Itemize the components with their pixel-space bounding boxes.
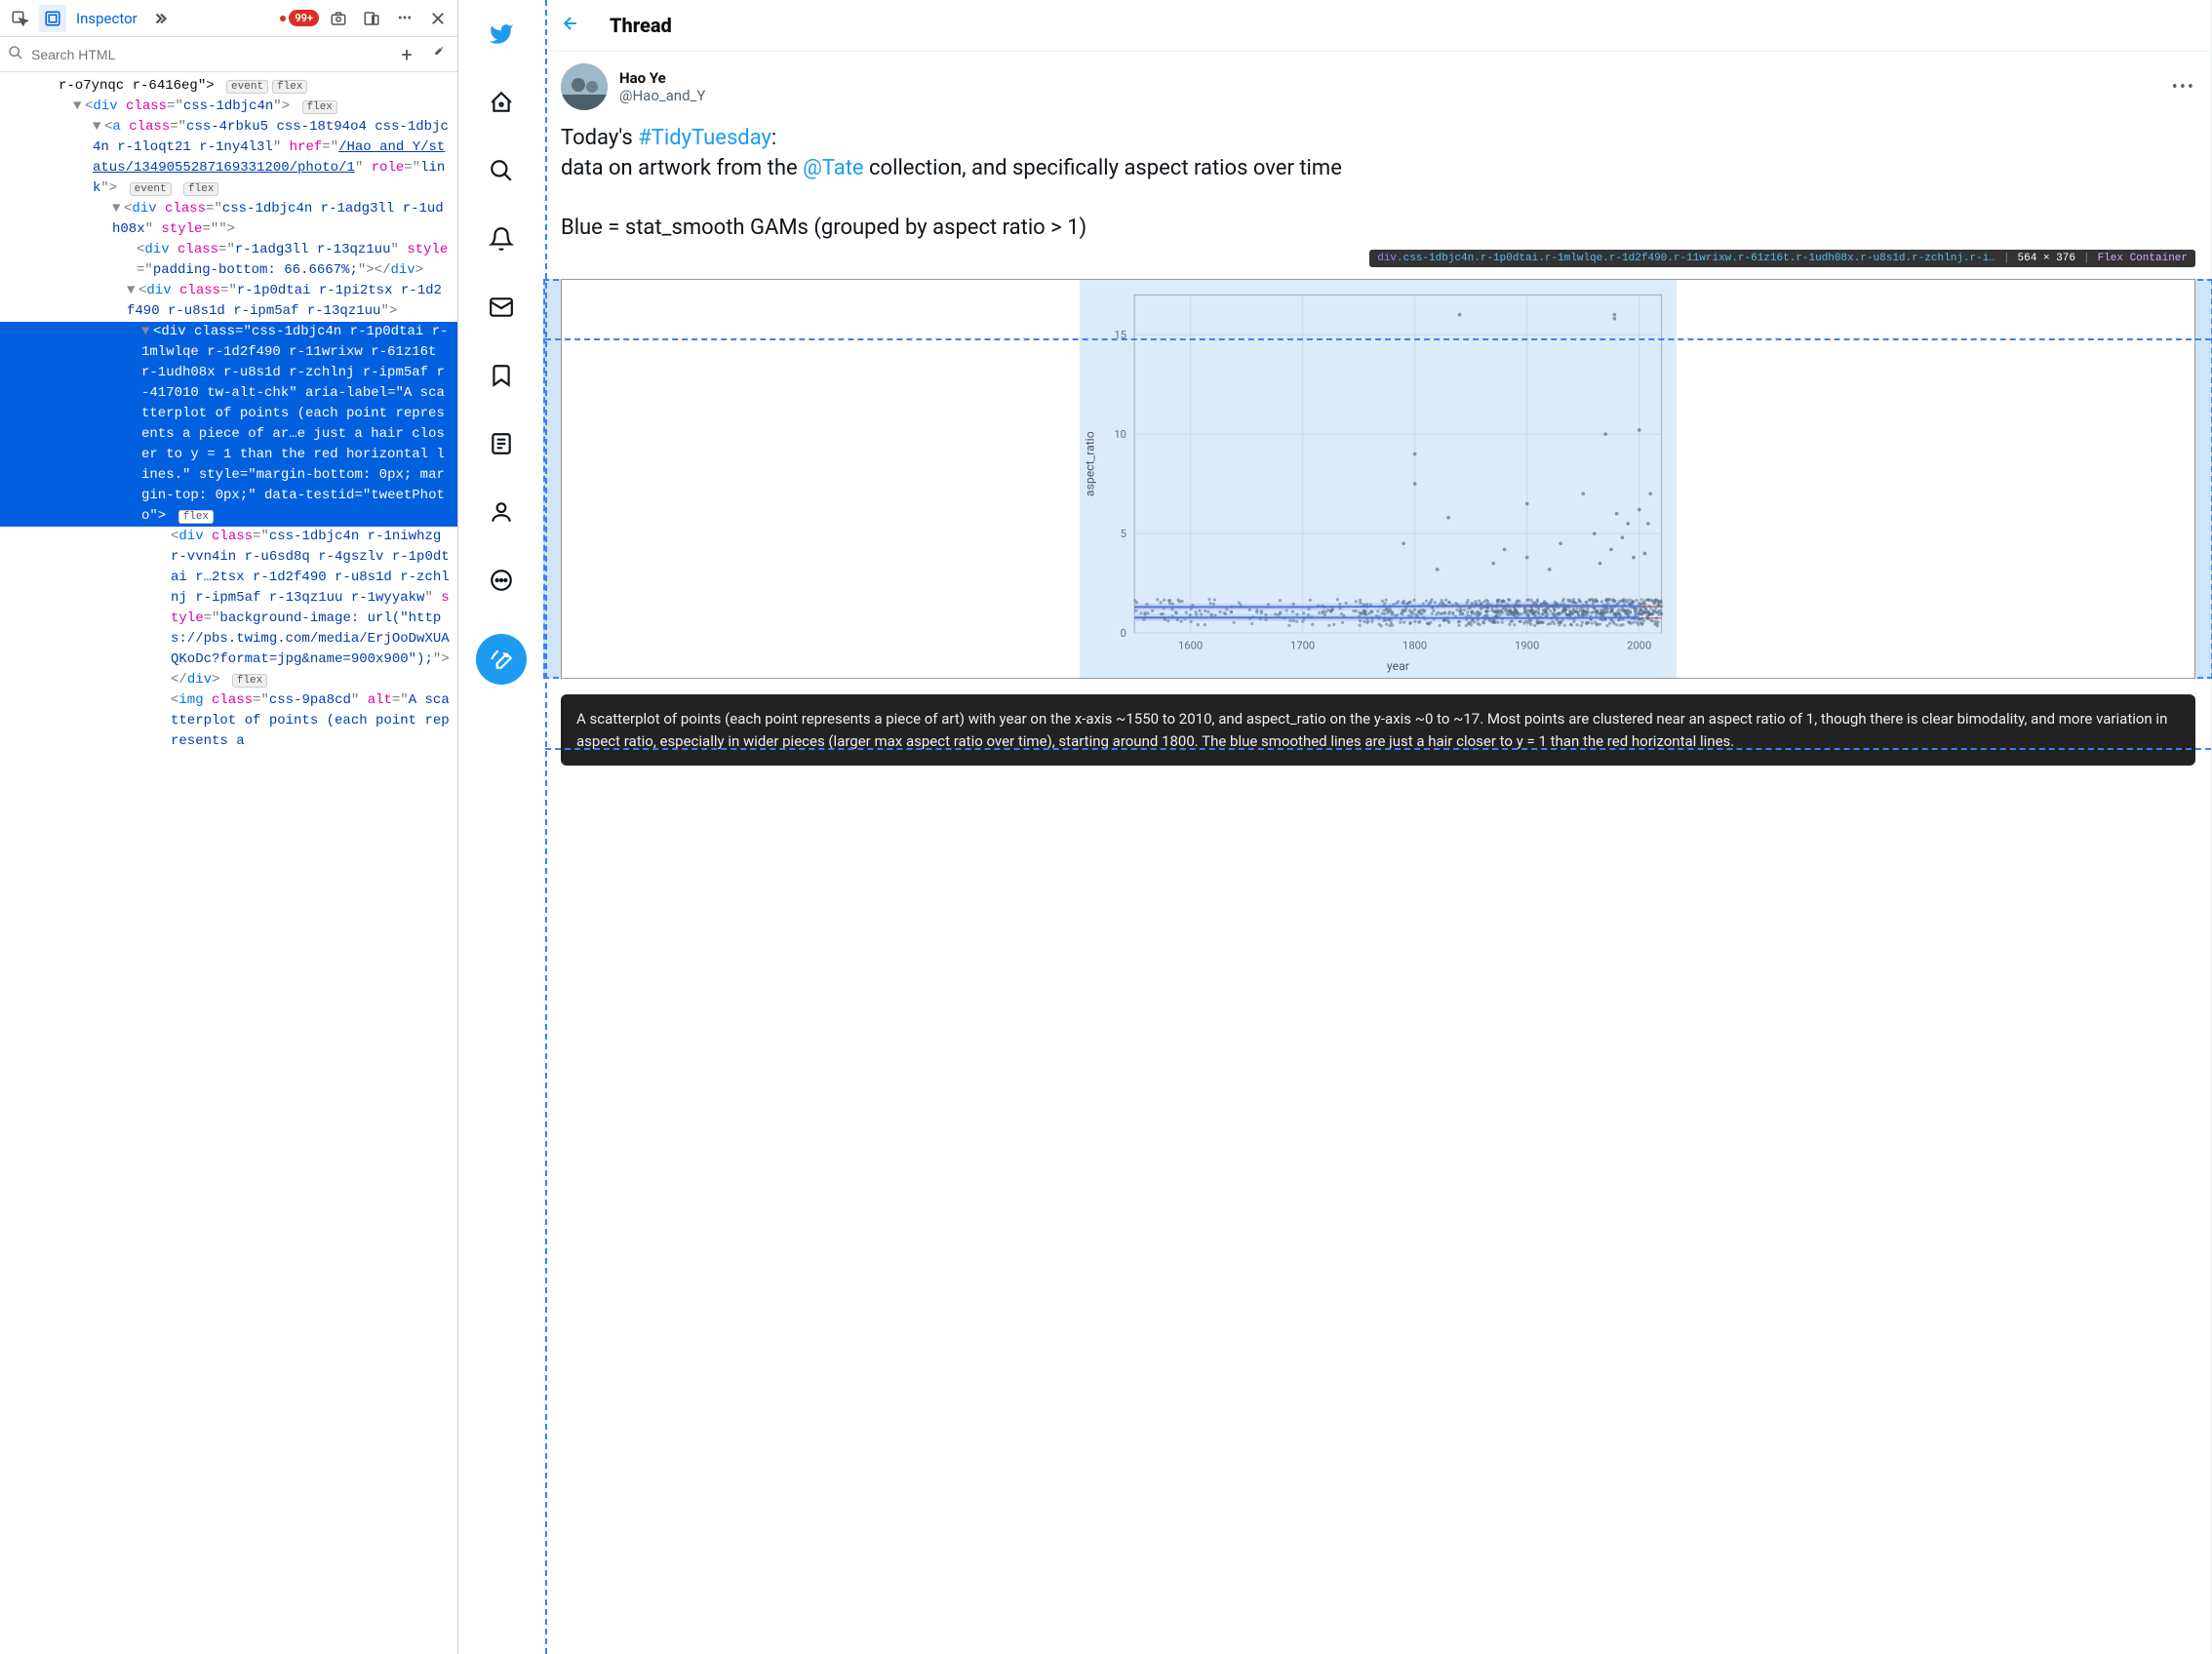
- tweet-text: Today's #TidyTuesday: data on artwork fr…: [561, 124, 2195, 244]
- highlight-guide: [545, 748, 2211, 750]
- close-devtools-icon[interactable]: [424, 5, 452, 32]
- tree-line[interactable]: <div class="css-1dbjc4n r-1niwhzg r-vvn4…: [0, 527, 457, 690]
- tree-line-selected[interactable]: ▼<div class="css-1dbjc4n r-1p0dtai r-1ml…: [0, 322, 457, 527]
- inspector-tab-icon[interactable]: [39, 5, 66, 32]
- tree-line[interactable]: <div class="r-1adg3ll r-13qz1uu" style="…: [0, 240, 457, 281]
- avatar[interactable]: [561, 63, 608, 110]
- user-display-name[interactable]: Hao Ye: [619, 69, 705, 87]
- highlight-guide: [545, 338, 2211, 340]
- tree-line[interactable]: <img class="css-9pa8cd" alt="A scatterpl…: [0, 690, 457, 752]
- devtools-toolbar: Inspector ●99+ •••: [0, 0, 457, 37]
- screenshot-icon[interactable]: [325, 5, 352, 32]
- devtools-panel: Inspector ●99+ ••• + r-o7ynqc r-6416eg">…: [0, 0, 458, 1654]
- add-node-icon[interactable]: +: [395, 43, 418, 66]
- twitter-main-column: Thread Hao Ye @Hao_and_Y ••• Today's #Ti…: [544, 0, 2212, 1654]
- user-handle[interactable]: @Hao_and_Y: [619, 87, 705, 104]
- tweet: Hao Ye @Hao_and_Y ••• Today's #TidyTuesd…: [545, 52, 2211, 777]
- tree-line[interactable]: r-o7ynqc r-6416eg"> eventflex: [0, 76, 457, 97]
- messages-icon[interactable]: [477, 283, 526, 332]
- highlight-guide: [545, 0, 547, 1654]
- twitter-nav-rail: [458, 0, 544, 1654]
- thread-header: Thread: [545, 0, 2211, 52]
- dom-tree[interactable]: r-o7ynqc r-6416eg"> eventflex ▼<div clas…: [0, 72, 457, 1654]
- mention-link[interactable]: @Tate: [803, 156, 864, 180]
- more-tools-icon[interactable]: [147, 5, 175, 32]
- error-count-badge[interactable]: ●99+: [279, 10, 319, 26]
- profile-icon[interactable]: [477, 488, 526, 536]
- inspector-dimension-tooltip: div.css-1dbjc4n.r-1p0dtai.r-1mlwlqe.r-1d…: [1369, 250, 2195, 267]
- search-icon: [8, 45, 23, 64]
- twitter-app: Thread Hao Ye @Hao_and_Y ••• Today's #Ti…: [458, 0, 2212, 1654]
- alt-text-display: A scatterplot of points (each point repr…: [561, 694, 2195, 766]
- page-title: Thread: [610, 14, 672, 37]
- more-icon[interactable]: [477, 556, 526, 605]
- inspector-tab-label[interactable]: Inspector: [72, 10, 141, 27]
- responsive-icon[interactable]: [358, 5, 385, 32]
- element-picker-icon[interactable]: [6, 5, 33, 32]
- tweet-user-row: Hao Ye @Hao_and_Y •••: [561, 63, 2195, 110]
- tree-line[interactable]: ▼<a class="css-4rbku5 css-18t94o4 css-1d…: [0, 117, 457, 199]
- lists-icon[interactable]: [477, 419, 526, 468]
- kebab-menu-icon[interactable]: •••: [391, 5, 418, 32]
- compose-button[interactable]: [476, 634, 527, 685]
- back-arrow-icon[interactable]: [561, 14, 580, 37]
- devtools-search-bar: +: [0, 37, 457, 72]
- hashtag-link[interactable]: #TidyTuesday: [638, 126, 771, 150]
- home-icon[interactable]: [477, 78, 526, 127]
- tree-line[interactable]: ▼<div class="r-1p0dtai r-1pi2tsx r-1d2f4…: [0, 281, 457, 322]
- twitter-logo-icon[interactable]: [477, 10, 526, 59]
- notifications-icon[interactable]: [477, 215, 526, 263]
- tweet-more-icon[interactable]: •••: [2172, 77, 2195, 98]
- bookmarks-icon[interactable]: [477, 351, 526, 400]
- search-html-input[interactable]: [31, 47, 387, 62]
- tree-line[interactable]: ▼<div class="css-1dbjc4n r-1adg3ll r-1ud…: [0, 199, 457, 240]
- eyedropper-icon[interactable]: [426, 45, 450, 64]
- tree-line[interactable]: ▼<div class="css-1dbjc4n"> flex: [0, 97, 457, 117]
- explore-icon[interactable]: [477, 146, 526, 195]
